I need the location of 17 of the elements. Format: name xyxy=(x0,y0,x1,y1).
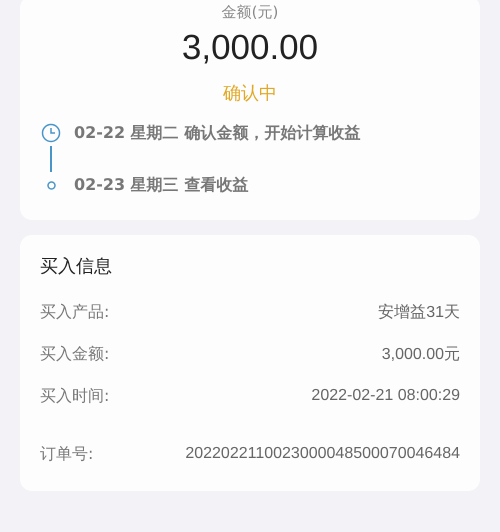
order-label: 订单号: xyxy=(40,444,94,464)
order-number: 2022022110023000048500070046484 xyxy=(185,445,460,463)
timeline-line xyxy=(50,146,52,172)
timeline-dot-icon xyxy=(46,180,56,190)
section-title: 买入信息 xyxy=(40,255,113,279)
status-text: 确认中 xyxy=(223,82,277,106)
field-value: 2022-02-21 08:00:29 xyxy=(311,387,460,405)
field-label: 买入产品: xyxy=(40,302,110,322)
field-label: 买入时间: xyxy=(40,386,110,406)
field-value: 3,000.00元 xyxy=(382,344,460,364)
clock-icon xyxy=(41,123,61,143)
field-label: 买入金额: xyxy=(40,344,110,364)
amount-label: 金额(元) xyxy=(222,2,278,22)
amount-value: 3,000.00 xyxy=(182,28,318,68)
timeline-text: 02-22 星期二 确认金额，开始计算收益 xyxy=(74,122,360,144)
field-value: 安增益31天 xyxy=(378,302,460,322)
timeline-text: 02-23 星期三 查看收益 xyxy=(74,174,248,196)
